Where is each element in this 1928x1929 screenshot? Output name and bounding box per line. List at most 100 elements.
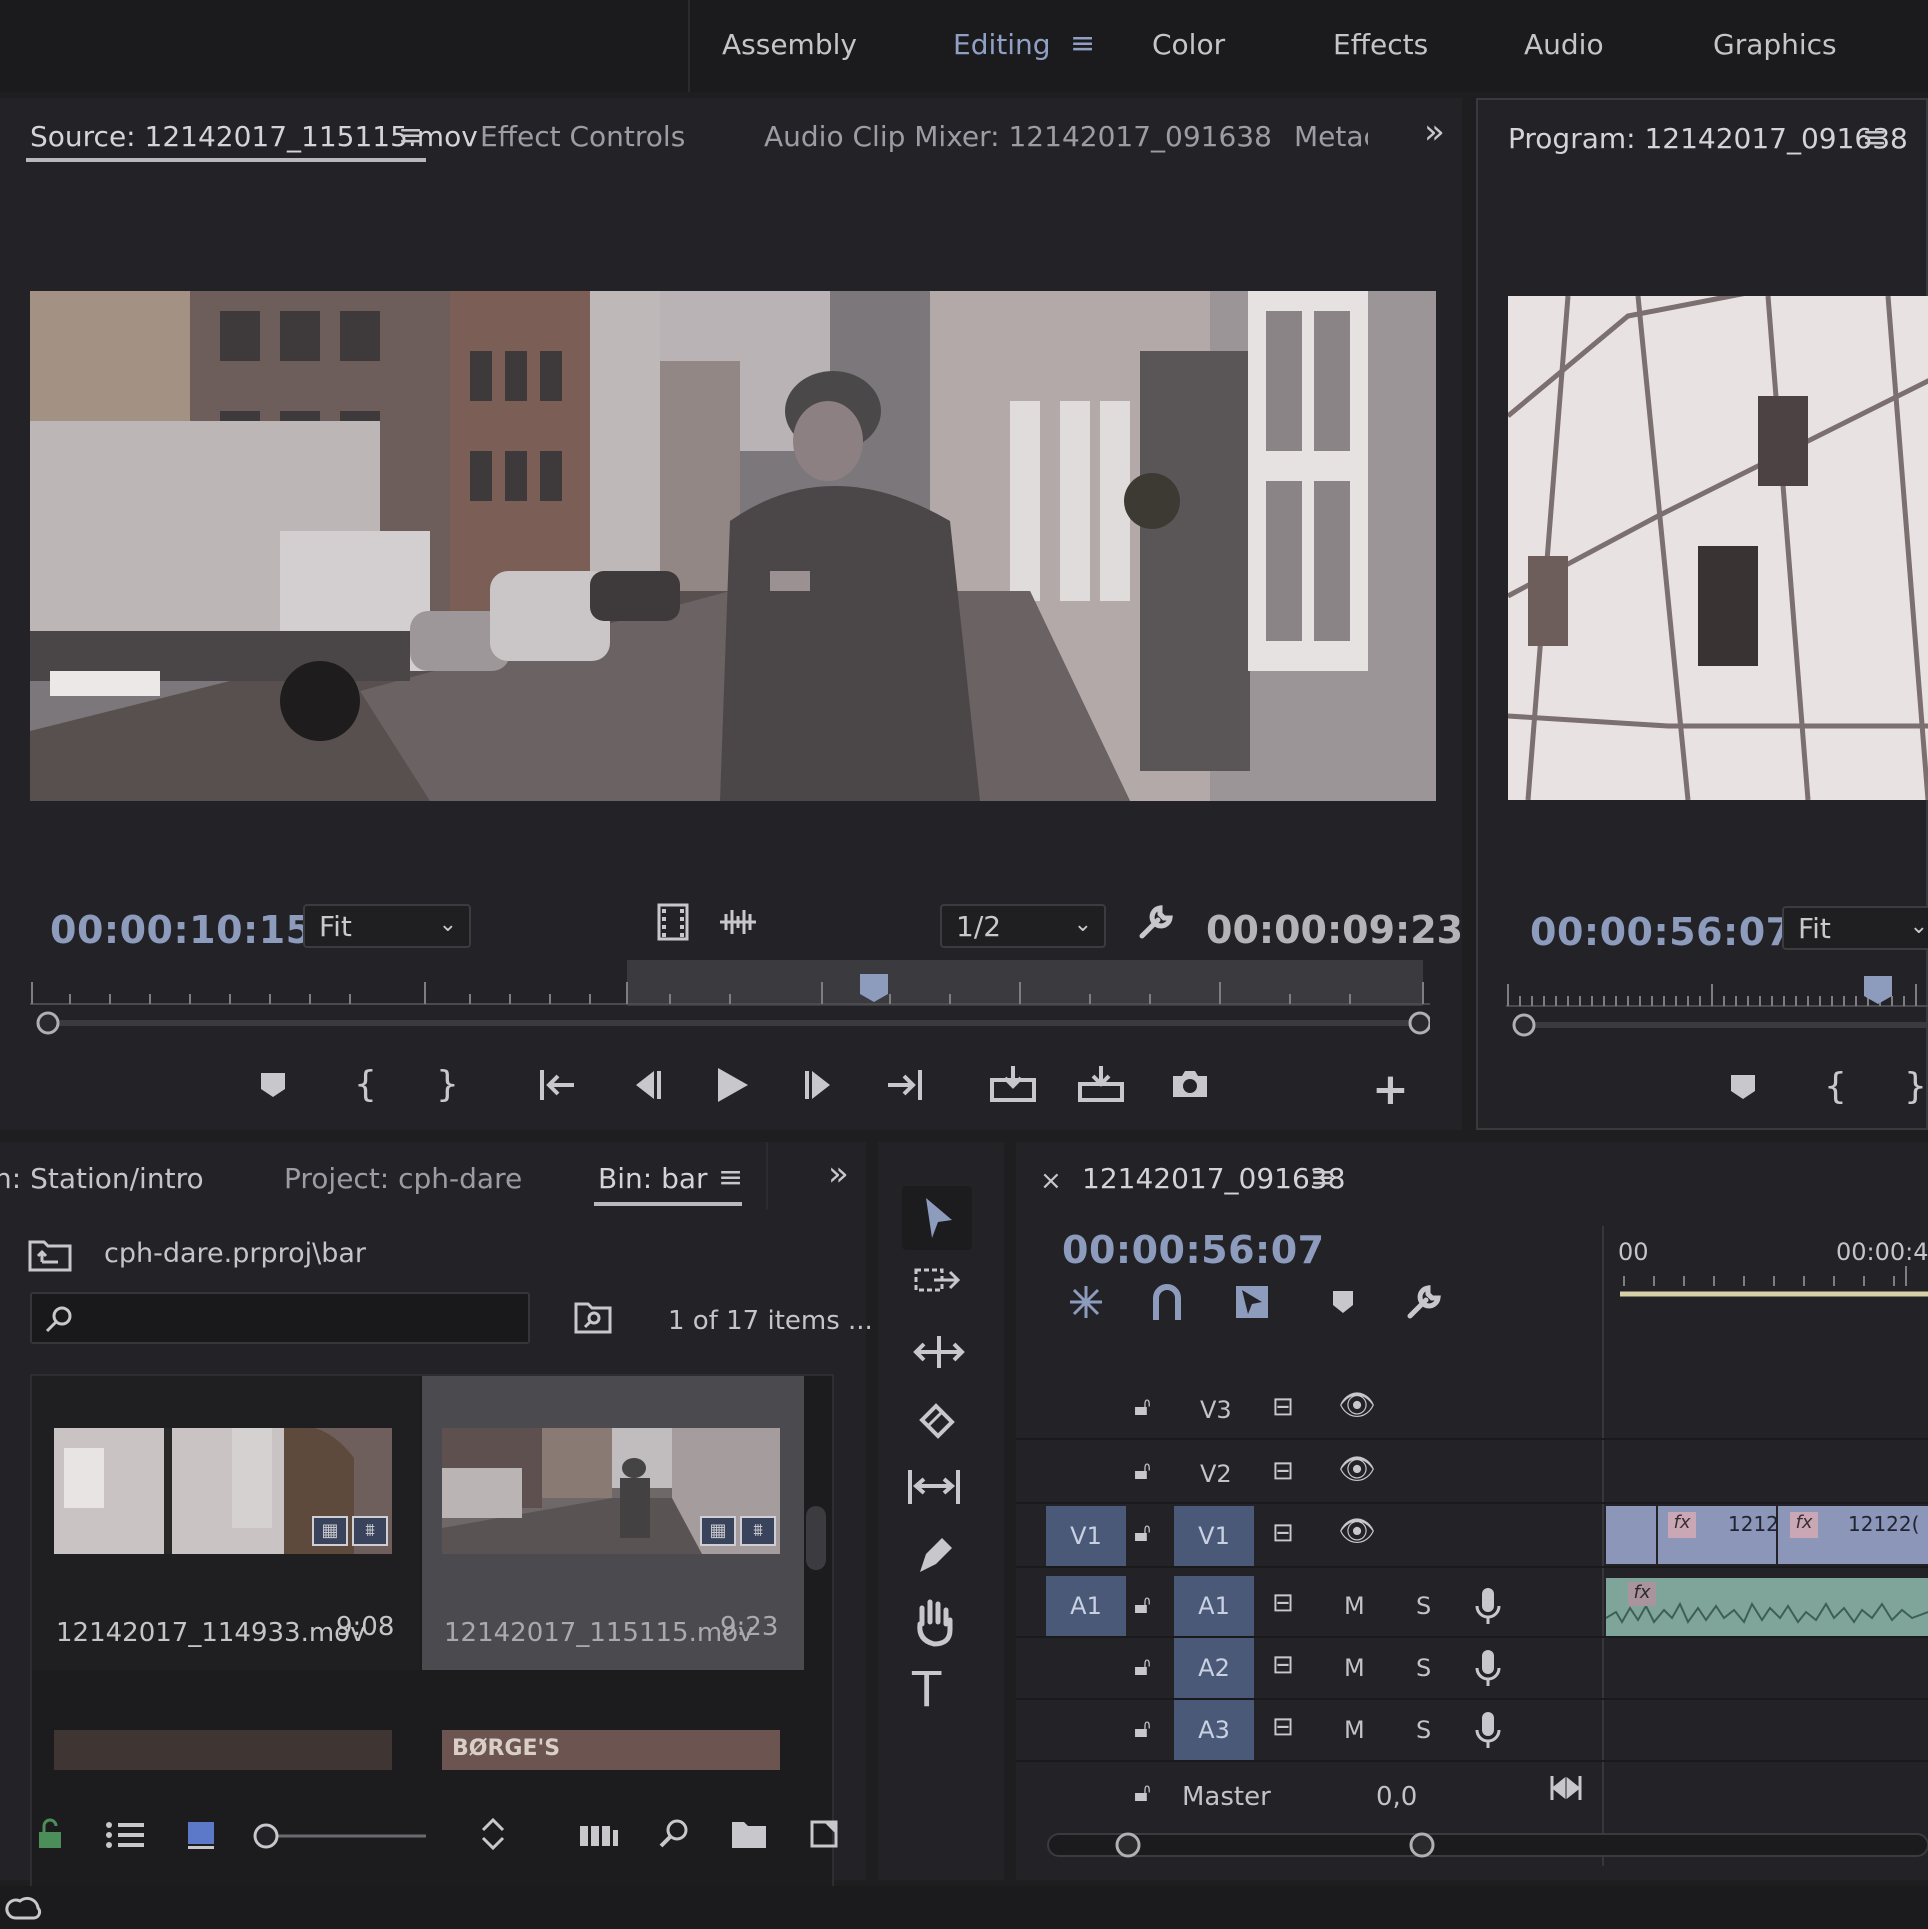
mark-in-icon[interactable]: { (1824, 1066, 1847, 1107)
eye-icon[interactable]: 👁︎ (1338, 1452, 1376, 1487)
lock-icon[interactable]: 🔓︎ (1134, 1590, 1151, 1621)
step-back-icon[interactable] (628, 1068, 664, 1102)
close-icon[interactable]: × (1040, 1166, 1062, 1196)
linked-selection-icon[interactable] (1232, 1282, 1272, 1322)
type-icon[interactable]: T (912, 1662, 941, 1718)
workspace-editing[interactable]: Editing (953, 28, 1051, 61)
lock-icon[interactable]: 🔓︎ (1134, 1456, 1151, 1487)
bin-item-partial[interactable] (54, 1730, 392, 1770)
bin-item-partial[interactable]: BØRGE'S (442, 1730, 780, 1770)
sync-lock-icon[interactable]: ⊟ (1272, 1650, 1294, 1680)
tab-audio-clip-mixer[interactable]: Audio Clip Mixer: 12142017_091638 (764, 120, 1272, 153)
add-marker-icon[interactable] (1330, 1288, 1356, 1316)
video-clip[interactable]: fx 12122( (1778, 1506, 1928, 1564)
double-chevron-right-icon[interactable]: » (1424, 112, 1445, 152)
audio-wave-icon[interactable] (718, 906, 758, 938)
track-target-a1[interactable]: A1 (1174, 1576, 1254, 1636)
icon-view-icon[interactable] (186, 1820, 216, 1850)
sync-lock-icon[interactable]: ⊟ (1272, 1456, 1294, 1486)
workspace-audio[interactable]: Audio (1524, 28, 1604, 61)
new-bin-icon[interactable] (730, 1818, 768, 1850)
bin-item-selected[interactable]: ▦ ⩩ 12142017_115115.mov 9:23 (422, 1376, 804, 1670)
plus-icon[interactable]: + (1372, 1064, 1409, 1115)
insert-nest-icon[interactable] (1066, 1282, 1106, 1322)
workspace-effects[interactable]: Effects (1333, 28, 1428, 61)
new-item-icon[interactable] (808, 1818, 840, 1850)
add-marker-icon[interactable] (1728, 1072, 1758, 1102)
source-zoom-scrollbar[interactable] (30, 1008, 1430, 1038)
program-zoom-dropdown[interactable]: Fit ⌄ (1782, 906, 1928, 950)
mic-icon[interactable] (1474, 1586, 1502, 1626)
tab-bin[interactable]: Bin: bar (598, 1162, 708, 1195)
search-field[interactable] (82, 1300, 512, 1336)
video-clip[interactable]: fx 12122 (1658, 1506, 1792, 1564)
find-icon[interactable] (658, 1818, 690, 1850)
source-timecode-current[interactable]: 00:00:10:15 (50, 908, 313, 952)
mute-button[interactable]: M (1344, 1592, 1365, 1620)
film-icon[interactable] (656, 902, 690, 942)
wrench-icon[interactable] (1136, 902, 1176, 942)
creative-cloud-icon[interactable] (4, 1890, 42, 1926)
sequence-tab[interactable]: 12142017_091638 (1082, 1162, 1345, 1195)
lock-icon[interactable]: 🔓︎ (1134, 1652, 1151, 1683)
program-timecode[interactable]: 00:00:56:07 (1530, 910, 1793, 954)
slip-icon[interactable] (906, 1464, 966, 1512)
workspace-assembly[interactable]: Assembly (722, 28, 857, 61)
source-zoom-dropdown[interactable]: Fit ⌄ (303, 904, 471, 948)
track-target-v1[interactable]: V1 (1174, 1506, 1254, 1566)
go-to-in-icon[interactable] (538, 1068, 578, 1102)
snap-icon[interactable] (1150, 1282, 1184, 1322)
lock-icon[interactable]: 🔓︎ (1134, 1714, 1151, 1745)
mark-out-icon[interactable]: } (1904, 1066, 1927, 1107)
lock-icon[interactable]: 🔓︎ (1134, 1518, 1151, 1549)
sort-icon[interactable] (478, 1816, 508, 1852)
tab-station-intro[interactable]: n: Station/intro (0, 1162, 204, 1195)
search-input[interactable] (30, 1292, 530, 1344)
lock-icon[interactable]: 🔓︎ (1134, 1778, 1151, 1809)
sync-lock-icon[interactable]: ⊟ (1272, 1518, 1294, 1548)
selection-tool-icon[interactable] (902, 1186, 972, 1250)
source-patch-a1[interactable]: A1 (1046, 1576, 1126, 1636)
track-target-a2[interactable]: A2 (1174, 1638, 1254, 1698)
lock-icon[interactable] (36, 1818, 64, 1850)
solo-button[interactable]: S (1416, 1592, 1431, 1620)
overwrite-icon[interactable] (1076, 1064, 1126, 1104)
add-marker-icon[interactable] (258, 1070, 288, 1100)
double-chevron-right-icon[interactable]: » (828, 1154, 849, 1194)
timeline-ruler[interactable]: 00 00:00:45 (1604, 1226, 1928, 1320)
video-clip[interactable] (1606, 1506, 1656, 1564)
step-forward-icon[interactable] (802, 1068, 838, 1102)
mute-button[interactable]: M (1344, 1716, 1365, 1744)
razor-icon[interactable] (912, 1398, 962, 1448)
sync-lock-icon[interactable]: ⊟ (1272, 1392, 1294, 1422)
hand-icon[interactable] (910, 1596, 960, 1648)
program-menu-icon[interactable]: ≡ (1862, 120, 1887, 155)
mic-icon[interactable] (1474, 1648, 1502, 1688)
workspace-color[interactable]: Color (1152, 28, 1225, 61)
insert-icon[interactable] (988, 1064, 1038, 1104)
tab-program[interactable]: Program: 12142017_091638 (1508, 122, 1908, 155)
tab-metadata[interactable]: Metac (1294, 120, 1368, 153)
solo-button[interactable]: S (1416, 1654, 1431, 1682)
solo-button[interactable]: S (1416, 1716, 1431, 1744)
automate-to-sequence-icon[interactable] (578, 1820, 620, 1850)
play-icon[interactable] (714, 1066, 750, 1104)
bin-scrollbar[interactable] (806, 1506, 826, 1570)
source-resolution-dropdown[interactable]: 1/2 ⌄ (940, 904, 1106, 948)
track-select-icon[interactable] (912, 1262, 968, 1312)
timeline-zoom-scrollbar[interactable] (1046, 1828, 1928, 1862)
source-time-ruler[interactable] (30, 960, 1430, 1006)
thumbnail-size-slider[interactable] (252, 1822, 428, 1850)
tab-effect-controls[interactable]: Effect Controls (480, 120, 685, 153)
sync-lock-icon[interactable]: ⊟ (1272, 1712, 1294, 1742)
pen-icon[interactable] (912, 1530, 962, 1580)
bin-menu-icon[interactable]: ≡ (718, 1160, 743, 1195)
go-to-out-icon[interactable] (884, 1068, 924, 1102)
master-value[interactable]: 0,0 (1376, 1782, 1417, 1812)
bin-item[interactable]: ▦ ⩩ 12142017_114933.mov 9:08 (32, 1376, 420, 1670)
go-to-end-icon[interactable] (1550, 1772, 1582, 1804)
program-zoom-scrollbar[interactable] (1506, 1010, 1928, 1040)
track-target-a3[interactable]: A3 (1174, 1700, 1254, 1760)
program-video-frame[interactable] (1508, 296, 1928, 800)
tab-project[interactable]: Project: cph-dare (284, 1162, 522, 1195)
